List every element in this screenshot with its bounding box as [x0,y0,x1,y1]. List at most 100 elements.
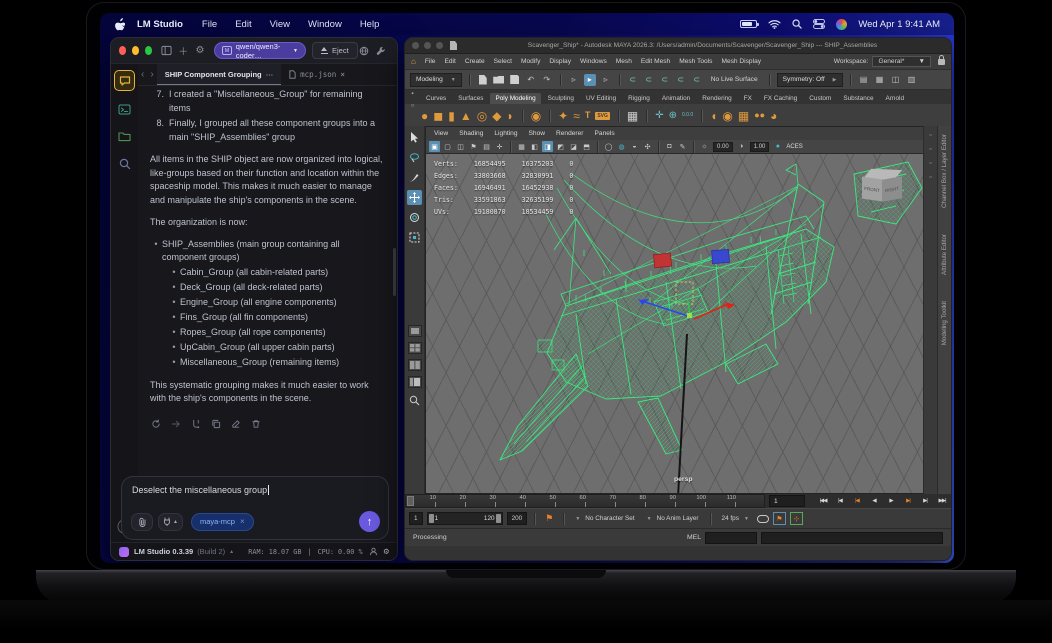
spotlight-search-icon[interactable] [792,19,803,29]
maya-menu-file[interactable]: File [425,58,436,65]
home-icon[interactable]: ⌂ [411,57,416,66]
redo-icon[interactable]: ↷ [541,74,553,86]
snap-surface-icon[interactable]: ⊂ [691,74,703,86]
new-chat-icon[interactable]: ＋ [177,43,190,59]
time-slider[interactable]: 10 20 30 40 50 60 70 80 90 100 110 1 |◀◀ |◀ |◀ ◀ ▶… [405,494,951,508]
minimize-button[interactable] [132,46,140,55]
type-tool-icon[interactable]: T [585,111,591,120]
mcp-chip-maya[interactable]: maya-mcp × [190,512,254,531]
character-set-selector[interactable]: ▼ No Character Set [571,515,638,522]
snap-plane-icon[interactable]: ⊂ [675,74,687,86]
select-hierarchy-icon[interactable]: ▹ [568,74,580,86]
anim-prefs-icon[interactable]: ⊹ [789,512,803,525]
attach-button[interactable] [131,512,153,531]
panel-menu-show[interactable]: Show [529,130,546,137]
snap-together-icon[interactable]: ⊕ [669,110,677,121]
construction-plane-icon[interactable]: ✛ [655,110,663,121]
snap-curve-icon[interactable]: ⊂ [643,74,655,86]
shelf-tab-surfaces[interactable]: Surfaces [453,93,488,104]
ipr-icon[interactable]: ◫ [890,74,902,86]
view-cube[interactable]: FRONT RIGHT [860,166,906,212]
undo-icon[interactable]: ↶ [525,74,537,86]
bookmark-icon[interactable]: ⚑ [468,141,479,152]
shelf-menu-icon[interactable]: ▪ [411,91,413,97]
settings-gear-icon[interactable]: ⚙ [194,43,207,59]
mcp-tools-button[interactable]: ▲ [158,512,183,531]
time-slider-track[interactable]: 10 20 30 40 50 60 70 80 90 100 110 [405,494,765,508]
xray-joints-icon[interactable]: ◒ [629,141,640,152]
combine-icon[interactable]: ◉ [722,110,732,122]
open-scene-icon[interactable] [493,74,505,86]
minimize-button[interactable] [424,42,431,49]
color-managed-icon[interactable]: ● [772,141,783,152]
new-scene-icon[interactable] [477,74,489,86]
svg-tool-icon[interactable]: SVG [595,111,610,120]
poly-disc-icon[interactable]: ◗ [506,110,513,122]
tab-modeling-toolkit[interactable]: Modeling Toolkit [941,301,948,345]
tab-options-icon[interactable]: ⋯ [266,70,274,79]
go-to-end-button[interactable]: ▶▶| [934,495,950,507]
scale-tool-icon[interactable] [407,230,422,245]
delete-icon[interactable] [250,419,261,430]
isolate-select-icon[interactable]: ◯ [603,141,614,152]
step-back-key-button[interactable]: |◀ [849,495,865,507]
move-tool-icon[interactable] [407,190,422,205]
zoom-button[interactable] [145,46,153,55]
shelf-tab-fx-caching[interactable]: FX Caching [759,93,802,104]
select-tool-icon[interactable] [407,130,422,145]
construction-history-icon[interactable]: ▤ [858,74,870,86]
lock-icon[interactable] [938,54,945,65]
shelf-tab-uv-editing[interactable]: UV Editing [581,93,621,104]
step-forward-frame-button[interactable]: ▶| [917,495,933,507]
shelf-tab-curves[interactable]: Curves [421,93,451,104]
poly-cylinder-icon[interactable]: ▮ [448,110,455,122]
panel-menu-shading[interactable]: Shading [459,130,483,137]
mel-input-field[interactable] [705,531,757,544]
send-button[interactable]: ↑ [359,511,380,532]
gamma-field[interactable]: 1.00 [749,141,770,152]
rotate-tool-icon[interactable] [407,210,422,225]
ud-prims-icon[interactable]: ▦ [627,110,638,122]
close-button[interactable] [412,42,419,49]
maya-menu-display[interactable]: Display [549,58,571,65]
lasso-tool-icon[interactable] [407,150,422,165]
shadows-icon[interactable]: ◪ [568,141,579,152]
step-forward-key-button[interactable]: ▶| [900,495,916,507]
range-slider[interactable]: 1 120 [426,512,503,525]
sidebar-icon-1[interactable]: ▫ [929,132,931,139]
chat-scrollbar[interactable] [393,248,396,296]
menu-help[interactable]: Help [360,19,380,30]
chevron-up-icon[interactable]: ▲ [229,549,234,555]
shelf-tab-rendering[interactable]: Rendering [697,93,737,104]
grease-pencil-icon[interactable]: ✎ [677,141,688,152]
workspace-selector[interactable]: General* ▼ [872,56,931,67]
poly-torus-icon[interactable]: ◎ [477,110,487,122]
colorspace-label[interactable]: ACES [786,144,802,150]
super-shape-icon[interactable]: ✦ [558,110,568,122]
maya-menu-edit-mesh[interactable]: Edit Mesh [641,58,670,65]
range-handle-right[interactable] [495,514,501,523]
paint-select-tool-icon[interactable] [407,170,422,185]
shelf-options-icon[interactable]: ○ [411,103,415,109]
user-icon[interactable] [369,547,378,556]
exposure-icon[interactable]: ✣ [642,141,653,152]
render-icon[interactable]: ▦ [874,74,886,86]
select-camera-icon[interactable]: ▣ [429,141,440,152]
maya-menu-edit[interactable]: Edit [444,58,455,65]
mel-label[interactable]: MEL [687,534,701,541]
shelf-tab-arnold[interactable]: Arnold [881,93,909,104]
chip-remove-icon[interactable]: × [240,517,245,526]
view-cube-right[interactable]: RIGHT [882,176,902,202]
booleans-icon[interactable]: ◖ [710,110,717,122]
select-component-icon[interactable]: ▹ [600,74,612,86]
step-back-frame-button[interactable]: |◀ [832,495,848,507]
wireframe-mode-icon[interactable]: ▦ [516,141,527,152]
maya-menu-mesh[interactable]: Mesh [616,58,632,65]
contrast-icon[interactable]: ◑ [736,141,747,152]
shelf-tab-rigging[interactable]: Rigging [623,93,655,104]
current-frame-field[interactable]: 1 [769,495,805,507]
loop-playback-icon[interactable] [756,514,769,523]
tab-channel-box[interactable]: Channel Box / Layer Editor [941,134,948,208]
composer[interactable]: Deselect the miscellaneous group ▲ maya-… [121,476,389,540]
poly-sphere-icon[interactable]: ● [421,110,428,122]
